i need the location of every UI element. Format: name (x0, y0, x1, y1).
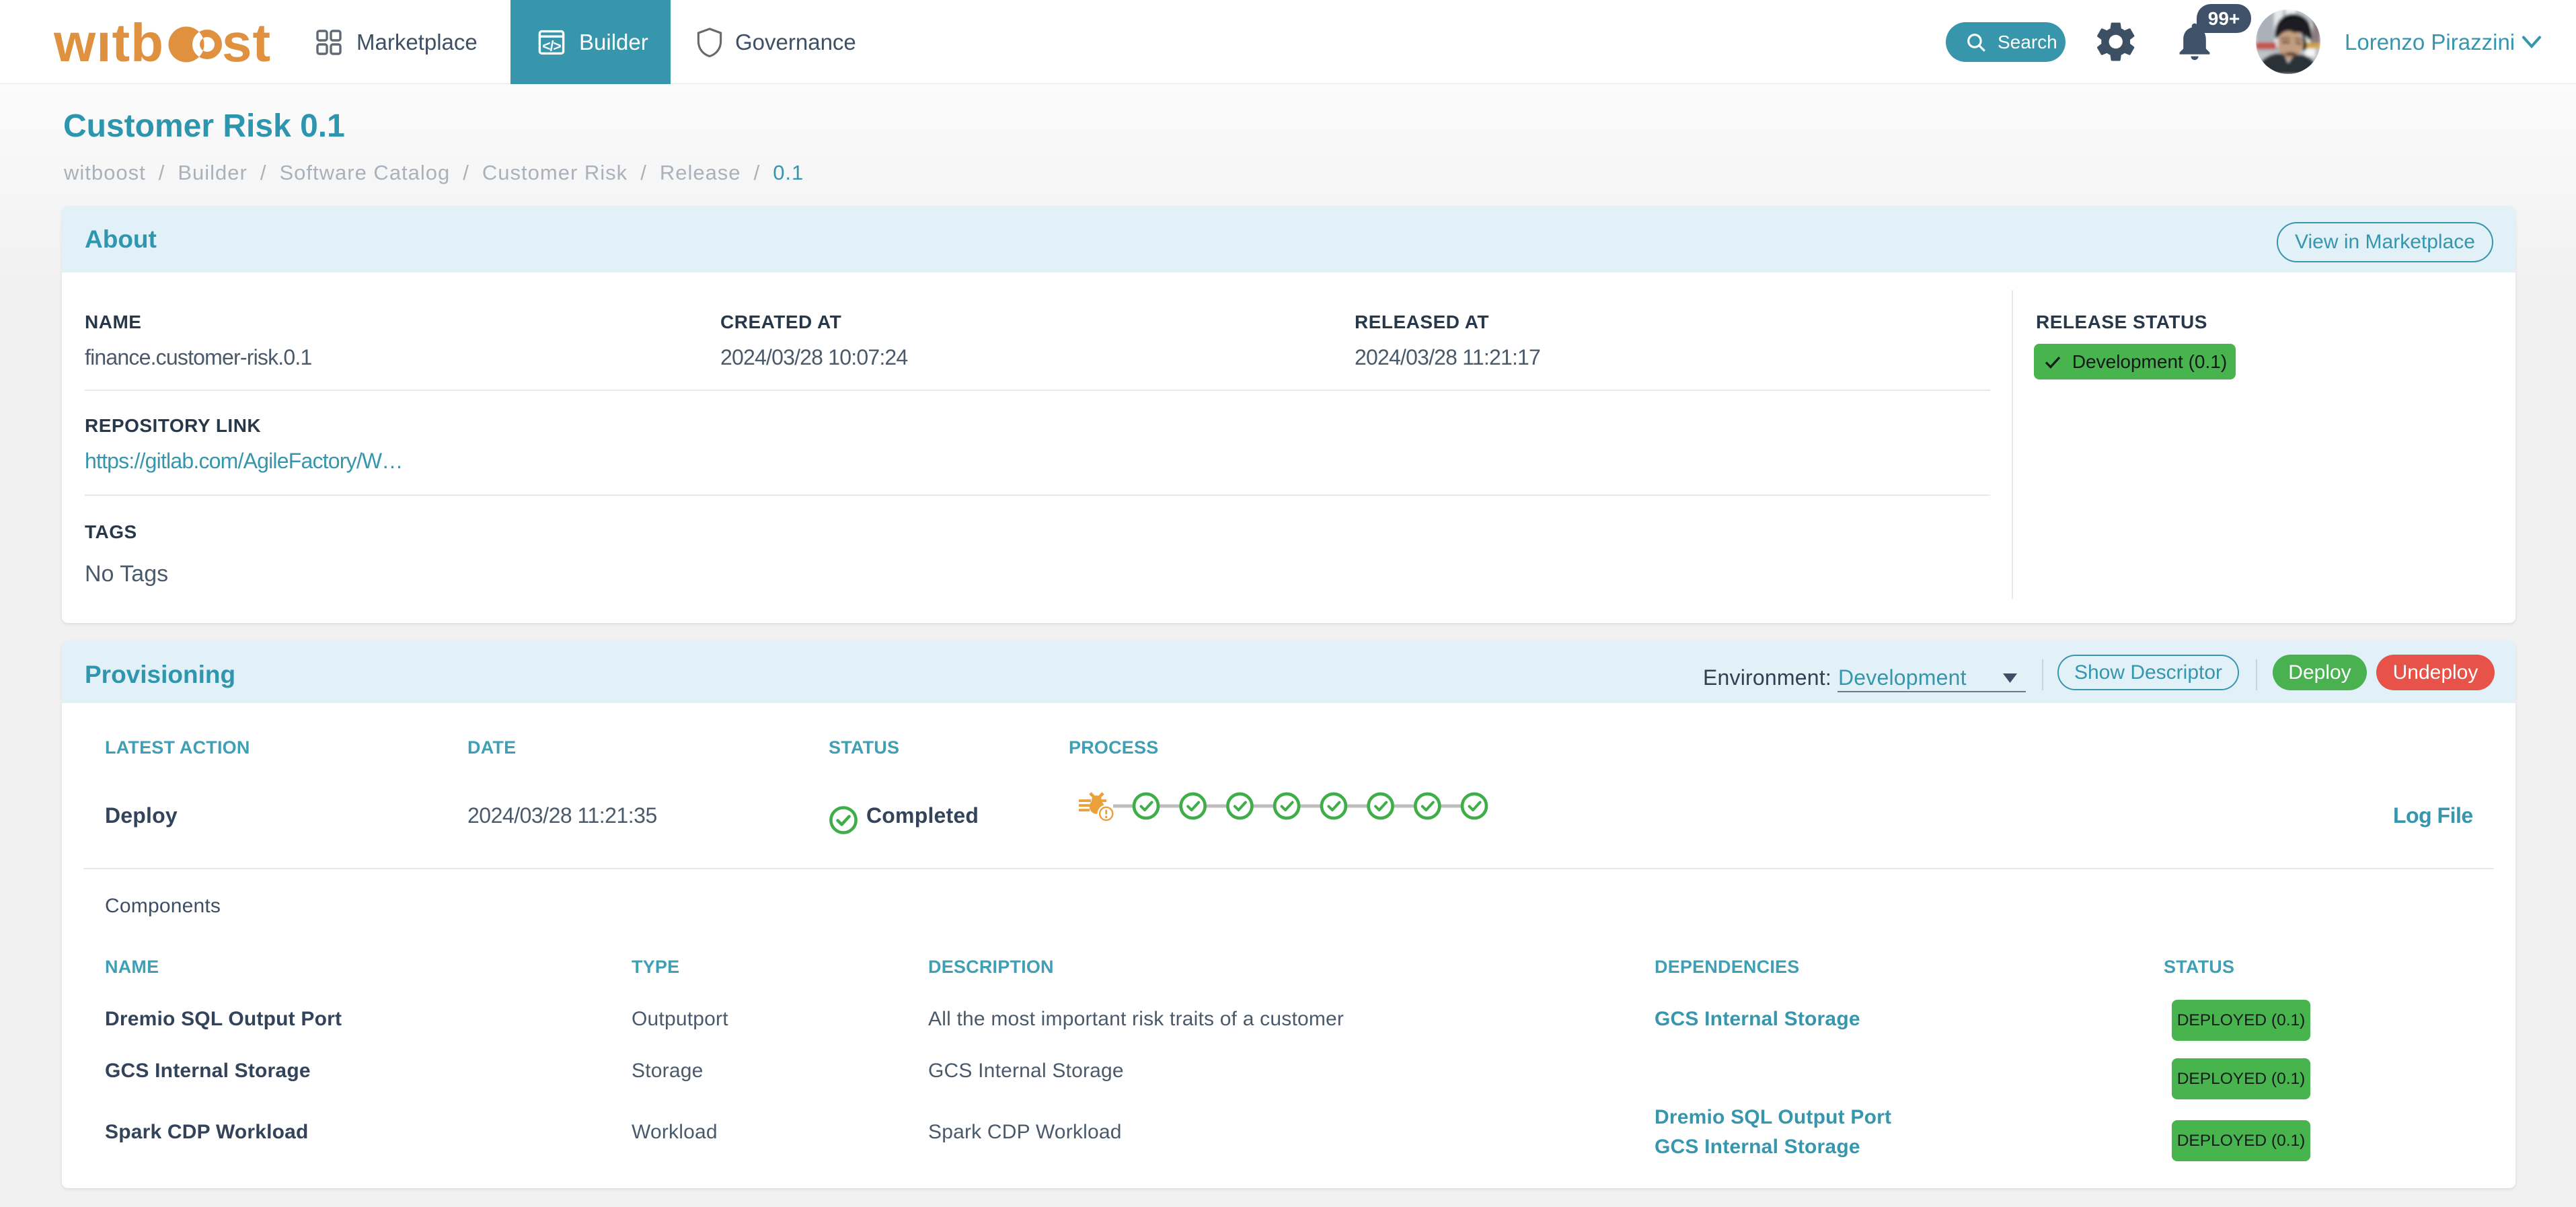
svg-text:</>: </> (542, 38, 561, 54)
svg-text:wıtb: wıtb (54, 13, 164, 71)
svg-text:st: st (222, 13, 271, 71)
